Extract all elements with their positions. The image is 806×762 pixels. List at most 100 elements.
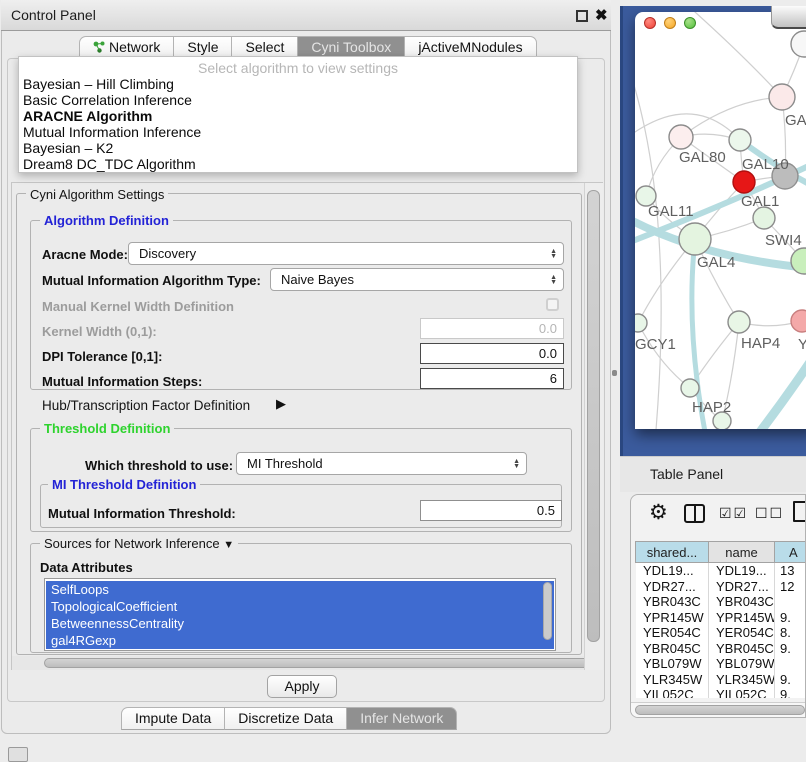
kernel-width-label: Kernel Width (0,1): <box>42 324 157 339</box>
cell: YBL079W <box>709 656 775 672</box>
list-item[interactable]: gal4RGexp <box>46 632 554 649</box>
table-hscrollbar-track[interactable] <box>631 702 806 717</box>
select-all-icon[interactable]: ☑☑ <box>719 505 748 522</box>
sources-legend-text: Sources for Network Inference <box>44 536 220 551</box>
list-item[interactable]: TopologicalCoefficient <box>46 598 554 615</box>
tab-discretize-data[interactable]: Discretize Data <box>224 707 347 730</box>
network-canvas[interactable]: GAL80GAL10GALGAL1GAL11GAL4SWI4GCY1HAP4YH… <box>635 12 806 429</box>
network-node <box>635 314 647 332</box>
tab-style-label: Style <box>187 39 218 55</box>
mi-steps-label: Mutual Information Steps: <box>42 374 202 389</box>
cell: YBR045C <box>709 641 775 657</box>
tab-infer-network-label: Infer Network <box>360 710 443 726</box>
gear-icon[interactable]: ⚙ <box>649 500 668 525</box>
cyni-algorithm-settings-legend: Cyni Algorithm Settings <box>26 187 168 202</box>
zoom-window-icon[interactable] <box>684 17 696 29</box>
data-attributes-list: SelfLoops TopologicalCoefficient Between… <box>44 578 556 651</box>
dpi-tolerance-field[interactable]: 0.0 <box>420 343 564 364</box>
algorithm-option-selected[interactable]: ARACNE Algorithm <box>19 108 577 124</box>
algorithm-option[interactable]: Basic Correlation Inference <box>19 92 577 108</box>
which-threshold-value: MI Threshold <box>247 456 323 471</box>
deselect-all-icon[interactable]: ☐☐ <box>755 505 784 522</box>
list-item[interactable]: SelfLoops <box>46 581 554 598</box>
cell: 13 <box>775 563 806 579</box>
cell: YBR045C <box>636 641 709 657</box>
network-window[interactable]: GAL80GAL10GALGAL1GAL11GAL4SWI4GCY1HAP4YH… <box>635 12 806 429</box>
cell: YBR043C <box>709 594 775 610</box>
table-panel-title: Table Panel <box>650 466 723 482</box>
cell: YDL19... <box>709 563 775 579</box>
cell: YDL19... <box>636 563 709 579</box>
aracne-mode-select[interactable]: Discovery ▲▼ <box>128 242 564 265</box>
algorithm-option[interactable]: Bayesian – K2 <box>19 140 577 156</box>
sources-legend: Sources for Network Inference ▼ <box>40 536 238 551</box>
table-body: YDL19...YDL19...13 YDR27...YDR27...12 YB… <box>636 563 806 698</box>
algorithm-option[interactable]: Dream8 DC_TDC Algorithm <box>19 156 577 172</box>
tab-infer-network[interactable]: Infer Network <box>346 707 457 730</box>
page-icon[interactable] <box>793 501 806 522</box>
cell: 9. <box>775 610 806 626</box>
close-icon[interactable]: ✖ <box>595 6 608 24</box>
cell: YLR345W <box>709 672 775 688</box>
algorithm-option[interactable]: Bayesian – Hill Climbing <box>19 76 577 92</box>
list-item[interactable]: BetweennessCentrality <box>46 615 554 632</box>
table-hscrollbar-thumb[interactable] <box>635 705 805 715</box>
list-scrollbar-thumb[interactable] <box>543 582 552 640</box>
network-node <box>769 84 795 110</box>
close-window-icon[interactable] <box>644 17 656 29</box>
column-header-shared-name[interactable]: shared... <box>635 541 709 563</box>
manual-kernel-checkbox[interactable] <box>546 298 559 311</box>
tab-impute-data-label: Impute Data <box>135 710 211 726</box>
mi-steps-field[interactable]: 6 <box>420 368 564 389</box>
tab-select-label: Select <box>245 39 284 55</box>
kernel-width-field[interactable]: 0.0 <box>420 318 564 339</box>
table-row[interactable]: YDR27...YDR27...12 <box>636 579 806 595</box>
table-row[interactable]: YDL19...YDL19...13 <box>636 563 806 579</box>
table-row[interactable]: YPR145WYPR145W9. <box>636 610 806 626</box>
algorithm-definition-legend: Algorithm Definition <box>40 213 173 228</box>
horizontal-scrollbar-thumb[interactable] <box>44 658 596 668</box>
cell: YDR27... <box>709 579 775 595</box>
table-row[interactable]: YBL079WYBL079W <box>636 656 806 672</box>
cell: 9. <box>775 672 806 688</box>
cell: YPR145W <box>709 610 775 626</box>
table-row[interactable]: YBR043CYBR043C <box>636 594 806 610</box>
mi-type-select[interactable]: Naive Bayes ▲▼ <box>270 268 564 291</box>
network-node-label: GAL10 <box>742 156 789 173</box>
stepper-icon: ▲▼ <box>544 249 557 259</box>
splitter-handle[interactable] <box>612 370 617 376</box>
vertical-scrollbar-thumb[interactable] <box>587 190 600 642</box>
cell: YIL052C <box>709 687 775 698</box>
mi-threshold-field[interactable]: 0.5 <box>420 500 562 521</box>
column-header-a[interactable]: A <box>774 541 806 563</box>
tab-cyni-toolbox-label: Cyni Toolbox <box>311 39 391 55</box>
dock-panel-icon[interactable] <box>8 747 28 762</box>
dpi-tolerance-label: DPI Tolerance [0,1]: <box>42 349 162 364</box>
stepper-icon: ▲▼ <box>544 275 557 285</box>
table-row[interactable]: YLR345WYLR345W9. <box>636 672 806 688</box>
hub-definition-label: Hub/Transcription Factor Definition <box>42 398 250 413</box>
table-row[interactable]: YBR045CYBR045C9. <box>636 641 806 657</box>
cell <box>775 656 806 672</box>
algorithm-option[interactable]: Mutual Information Inference <box>19 124 577 140</box>
collapse-arrow-icon[interactable]: ▼ <box>223 539 234 551</box>
control-panel-title: Control Panel <box>11 7 96 23</box>
mi-type-label: Mutual Information Algorithm Type: <box>42 273 261 288</box>
stepper-icon: ▲▼ <box>507 459 520 469</box>
cell: 9. <box>775 641 806 657</box>
network-node-label: HAP4 <box>741 335 780 352</box>
table-row[interactable]: YIL052CYIL052C9. <box>636 687 806 698</box>
apply-button[interactable]: Apply <box>267 675 337 698</box>
columns-icon[interactable] <box>684 504 705 523</box>
network-node <box>733 171 755 193</box>
network-node <box>728 311 750 333</box>
column-header-name[interactable]: name <box>708 541 775 563</box>
tab-impute-data[interactable]: Impute Data <box>121 707 225 730</box>
mi-threshold-label: Mutual Information Threshold: <box>48 506 236 521</box>
float-window-icon[interactable] <box>576 10 588 22</box>
minimize-window-icon[interactable] <box>664 17 676 29</box>
table-window: ⚙ ☑☑ ☐☐ shared... name A YDL19...YDL19..… <box>630 494 806 718</box>
table-row[interactable]: YER054CYER054C8. <box>636 625 806 641</box>
which-threshold-select[interactable]: MI Threshold ▲▼ <box>236 452 527 475</box>
hub-expand-arrow-icon[interactable]: ▶ <box>276 396 286 412</box>
